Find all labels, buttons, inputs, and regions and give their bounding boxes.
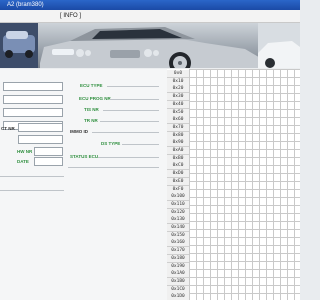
divider-line [0, 176, 64, 177]
divider-line [68, 167, 159, 168]
divider-line [0, 190, 64, 191]
hex-cells[interactable] [189, 69, 300, 300]
menu-bar: [ INFO ] [0, 10, 300, 23]
car-illustration [0, 23, 300, 68]
hex-grid[interactable]: 0x0 0x10 0x20 0x30 0x40 0x50 0x60 0x70 0x80 0x90 0… [167, 69, 300, 300]
ds-type-value-line [122, 144, 159, 145]
hw-nr-input[interactable] [34, 147, 63, 156]
immo-id-value-line [92, 132, 159, 133]
ct-nr-label: CT NR [1, 126, 15, 131]
date-label: DATE [17, 159, 29, 164]
info-menu[interactable]: [ INFO ] [60, 11, 81, 21]
status-ecu-label: STATUS ECU [70, 154, 99, 159]
date-input[interactable] [34, 157, 63, 166]
address-label: 0x1D0 [167, 293, 189, 300]
ecu-type-label: ECU TYPE [80, 83, 103, 88]
ecu-info-form: CT NR HW NR DATE ECU TYPE ECU PROG NR TI… [0, 69, 168, 300]
field-6-input[interactable] [18, 135, 63, 144]
car-banner-image [0, 23, 300, 68]
field-3-input[interactable] [3, 108, 63, 117]
title-bar: A2 (bram380) [0, 0, 300, 10]
tis-nr-value-line [103, 110, 159, 111]
hw-nr-label: HW NR [17, 149, 33, 154]
immo-id-label: IMMO ID [70, 129, 88, 134]
tr-nr-label: TR NR [84, 118, 98, 123]
ecu-prog-nr-value-line [110, 99, 159, 100]
status-ecu-value-line [98, 157, 159, 158]
ecu-type-value-line [107, 86, 159, 87]
field-2-input[interactable] [3, 95, 63, 104]
ds-type-label: DS TYPE [101, 141, 121, 146]
ct-nr-input[interactable] [18, 123, 63, 132]
tis-nr-label: TIS NR [84, 107, 99, 112]
ecu-prog-nr-label: ECU PROG NR [79, 96, 111, 101]
app-window: A2 (bram380) [ INFO ] CT NR HW NR DATE E… [0, 0, 300, 300]
tr-nr-value-line [100, 121, 159, 122]
field-1-input[interactable] [3, 82, 63, 91]
window-title: A2 (bram380) [7, 2, 44, 8]
